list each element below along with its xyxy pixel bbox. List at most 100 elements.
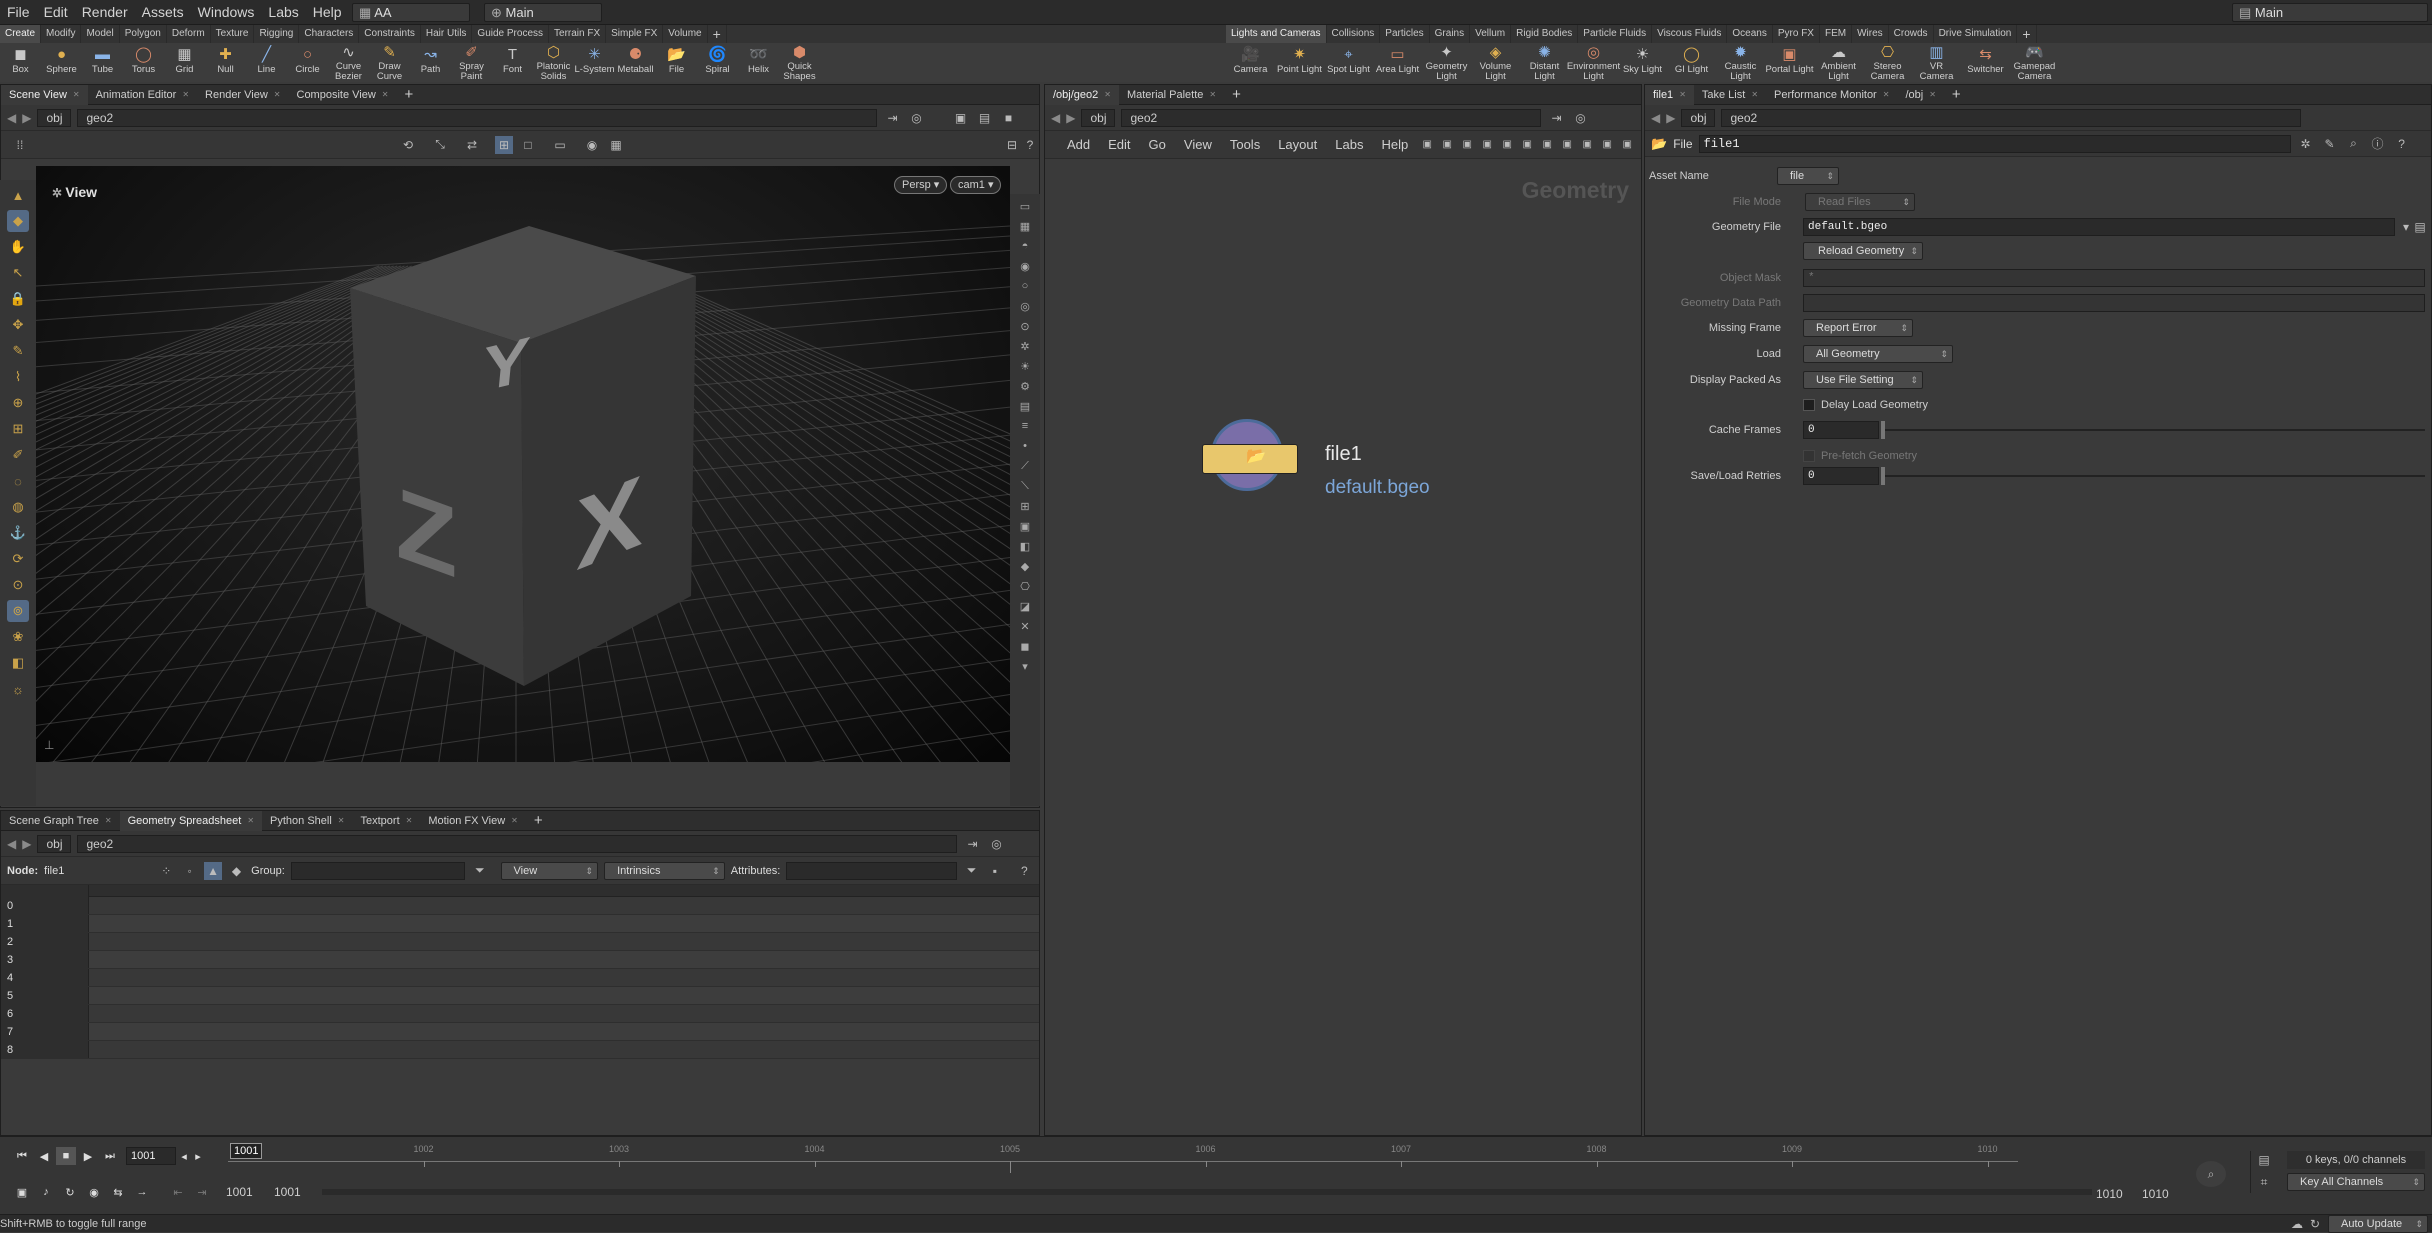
shelf-tab-terrain-fx[interactable]: Terrain FX bbox=[549, 25, 607, 43]
tool-draw-curve[interactable]: ✎ Draw Curve bbox=[369, 43, 410, 82]
shelf-tab-simple-fx[interactable]: Simple FX bbox=[606, 25, 664, 43]
display-option-icon[interactable]: ✲ bbox=[1017, 338, 1033, 354]
back-arrow-icon[interactable]: ◀ bbox=[7, 111, 16, 125]
tool-vr-camera[interactable]: ▥ VR Camera bbox=[1912, 43, 1961, 82]
jump-end-icon[interactable]: ⏭ bbox=[100, 1147, 120, 1165]
ss-attributes-field[interactable] bbox=[786, 861, 957, 880]
tool-circle[interactable]: ○ Circle bbox=[287, 43, 328, 82]
grid-icon[interactable]: ▣ bbox=[1478, 136, 1496, 154]
table-row[interactable]: 1 bbox=[1, 915, 1039, 933]
tool-sky-light[interactable]: ☀ Sky Light bbox=[1618, 43, 1667, 82]
camera-menu[interactable]: cam1 ▾ bbox=[950, 176, 1002, 194]
parm-forward-icon[interactable]: ▶ bbox=[1666, 111, 1675, 125]
path-geo2[interactable]: geo2 bbox=[77, 108, 878, 127]
select-tool-icon[interactable]: ▲ bbox=[7, 184, 29, 206]
tab-textport[interactable]: Textport ✕ bbox=[353, 811, 421, 831]
snapshot-icon[interactable]: ▣ bbox=[951, 109, 969, 127]
shelf-tab-particles[interactable]: Particles bbox=[1380, 25, 1430, 43]
tab-scene-graph-tree[interactable]: Scene Graph Tree ✕ bbox=[1, 811, 120, 831]
tab-material-palette[interactable]: Material Palette ✕ bbox=[1119, 85, 1224, 105]
tool-metaball[interactable]: ⚈ Metaball bbox=[615, 43, 656, 82]
ss-group-field[interactable] bbox=[290, 861, 466, 880]
tool-file[interactable]: 📂 File bbox=[656, 43, 697, 82]
forward-arrow-icon[interactable]: ▶ bbox=[22, 111, 31, 125]
tool-l-system[interactable]: ✳ L-System bbox=[574, 43, 615, 82]
3d-viewport[interactable]: Y Z X ✲ View Persp ▾ cam1 ▾ ⊥ bbox=[36, 166, 1010, 762]
net-pin-icon[interactable]: ⇥ bbox=[1547, 109, 1565, 127]
ss-back-icon[interactable]: ◀ bbox=[7, 837, 16, 851]
color-icon[interactable]: ▣ bbox=[1558, 136, 1576, 154]
menu-file[interactable]: File bbox=[0, 0, 37, 25]
tool-point-light[interactable]: ✷ Point Light bbox=[1275, 43, 1324, 82]
playback-options-icon[interactable]: ◉ bbox=[84, 1183, 104, 1201]
tab-close-icon[interactable]: ✕ bbox=[1679, 85, 1686, 105]
range-arrow-icon[interactable]: → bbox=[132, 1183, 152, 1201]
select-mode-icon[interactable]: ⊞ bbox=[495, 135, 513, 154]
key-all-menu[interactable]: Key All Channels bbox=[2287, 1173, 2425, 1191]
tool-quick-shapes[interactable]: ⬢ Quick Shapes bbox=[779, 43, 820, 82]
select-arrow-tool-icon[interactable]: ↖ bbox=[7, 262, 29, 284]
display-option-icon[interactable]: ✕ bbox=[1017, 618, 1033, 634]
tool-stereo-camera[interactable]: ⎔ Stereo Camera bbox=[1863, 43, 1912, 82]
menu-render[interactable]: Render bbox=[75, 0, 135, 25]
tab-close-icon[interactable]: ✕ bbox=[1751, 85, 1758, 105]
shelf-tab-rigging[interactable]: Rigging bbox=[254, 25, 300, 43]
stamp-tool-icon[interactable]: ⊙ bbox=[7, 574, 29, 596]
table-row[interactable]: 2 bbox=[1, 933, 1039, 951]
loop-icon[interactable]: ↻ bbox=[60, 1183, 80, 1201]
shelf-tab-wires[interactable]: Wires bbox=[1852, 25, 1889, 43]
timeline-ruler[interactable]: 1001 1002 1003 1004 1005 1006 1007 1008 1009 101… bbox=[228, 1141, 2018, 1173]
shelf-tab-viscous-fluids[interactable]: Viscous Fluids bbox=[1652, 25, 1728, 43]
display-option-icon[interactable]: ▦ bbox=[1017, 218, 1033, 234]
shelf-tab-guide-process[interactable]: Guide Process bbox=[472, 25, 550, 43]
camera-tool-icon[interactable]: ◧ bbox=[7, 652, 29, 674]
tool-area-light[interactable]: ▭ Area Light bbox=[1373, 43, 1422, 82]
display-option-icon[interactable]: ◧ bbox=[1017, 538, 1033, 554]
tab-motion-fx-view[interactable]: Motion FX View ✕ bbox=[420, 811, 526, 831]
tool-caustic-light[interactable]: ✹ Caustic Light bbox=[1716, 43, 1765, 82]
shelf-tab-create[interactable]: Create bbox=[0, 25, 42, 43]
tab-render-view[interactable]: Render View ✕ bbox=[197, 85, 288, 105]
sticky-icon[interactable]: ▣ bbox=[1518, 136, 1536, 154]
display-option-icon[interactable]: ◼ bbox=[1017, 638, 1033, 654]
shelf-tab-volume[interactable]: Volume bbox=[663, 25, 708, 43]
shelf-tab-particle-fluids[interactable]: Particle Fluids bbox=[1578, 25, 1653, 43]
file-node-name[interactable]: file1 bbox=[1325, 443, 1362, 466]
tool-gi-light[interactable]: ◯ GI Light bbox=[1667, 43, 1716, 82]
desktop-icon[interactable]: ▤ bbox=[975, 109, 993, 127]
list-icon[interactable]: ▣ bbox=[1438, 136, 1456, 154]
retries-handle[interactable] bbox=[1881, 467, 1885, 485]
tab-composite-view[interactable]: Composite View ✕ bbox=[289, 85, 397, 105]
tool-switcher[interactable]: ⇆ Switcher bbox=[1961, 43, 2010, 82]
display-option-icon[interactable]: ⟍ bbox=[1017, 478, 1033, 494]
shelf-tab-modify[interactable]: Modify bbox=[41, 25, 82, 43]
table-row[interactable]: 4 bbox=[1, 969, 1039, 987]
ss-path-geo2[interactable]: geo2 bbox=[77, 834, 958, 853]
table-row[interactable]: 3 bbox=[1, 951, 1039, 969]
display-option-icon[interactable]: ◪ bbox=[1017, 598, 1033, 614]
pin-icon[interactable]: ⇥ bbox=[883, 109, 901, 127]
tool-gamepad-camera[interactable]: 🎮 Gamepad Camera bbox=[2010, 43, 2059, 82]
shelf-tab-lights-and-cameras[interactable]: Lights and Cameras bbox=[1226, 25, 1327, 43]
tool-spot-light[interactable]: ⌖ Spot Light bbox=[1324, 43, 1373, 82]
shelf-tab-fem[interactable]: FEM bbox=[1820, 25, 1853, 43]
tool-tube[interactable]: ▬ Tube bbox=[82, 43, 123, 82]
shelf-tab-pyro-fx[interactable]: Pyro FX bbox=[1773, 25, 1820, 43]
brush-tool-icon[interactable]: ✐ bbox=[7, 444, 29, 466]
tab-close-icon[interactable]: ✕ bbox=[406, 811, 413, 831]
desktop-dropdown[interactable]: ▦ AA bbox=[352, 3, 470, 22]
net-menu-help[interactable]: Help bbox=[1373, 135, 1416, 155]
table-row[interactable]: 0 bbox=[1, 897, 1039, 915]
table-row[interactable]: 7 bbox=[1, 1023, 1039, 1041]
menu-assets[interactable]: Assets bbox=[135, 0, 191, 25]
shelf-tab-vellum[interactable]: Vellum bbox=[1470, 25, 1512, 43]
display-packed-menu[interactable]: Use File Setting bbox=[1803, 371, 1923, 389]
shelf-tab-texture[interactable]: Texture bbox=[211, 25, 255, 43]
search-icon[interactable]: ▣ bbox=[1598, 136, 1616, 154]
tab-take-list[interactable]: Take List ✕ bbox=[1694, 85, 1766, 105]
parm-back-icon[interactable]: ◀ bbox=[1651, 111, 1660, 125]
menu-labs[interactable]: Labs bbox=[261, 0, 305, 25]
tool-curve-bezier[interactable]: ∿ Curve Bezier bbox=[328, 43, 369, 82]
step-forward-icon[interactable]: ▸ bbox=[192, 1147, 204, 1165]
tab-close-icon[interactable]: ✕ bbox=[73, 85, 80, 105]
